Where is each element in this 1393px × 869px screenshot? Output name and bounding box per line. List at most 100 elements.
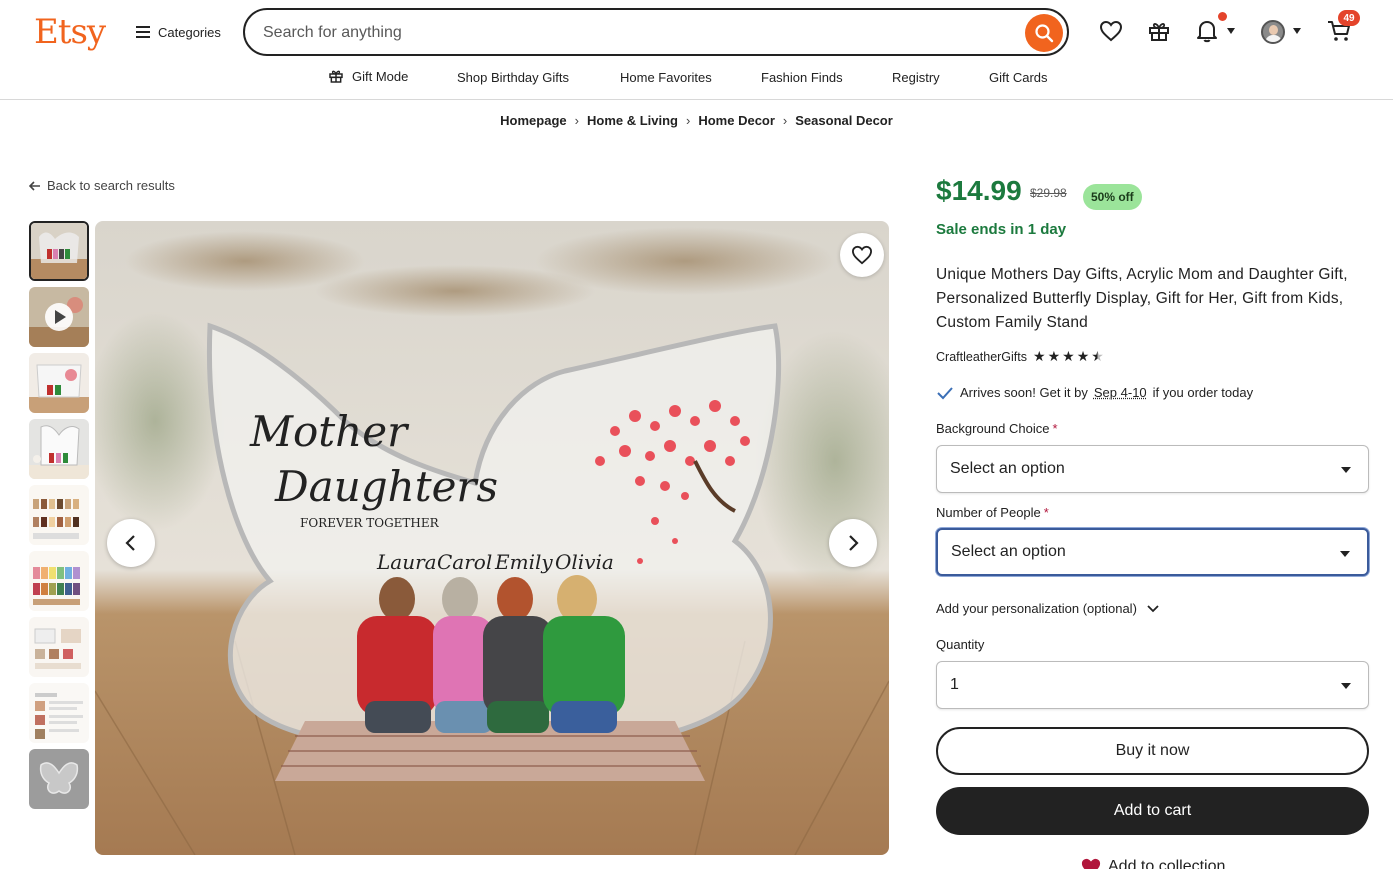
image-title-line2: Daughters — [274, 462, 498, 511]
breadcrumb-seasonal-decor[interactable]: Seasonal Decor — [795, 113, 893, 128]
rating-stars: ★ ★ ★ ★ ★ — [1033, 348, 1104, 365]
etsy-logo[interactable]: Etsy — [34, 12, 105, 52]
notifications-button[interactable] — [1194, 18, 1220, 44]
search-icon — [1034, 23, 1054, 43]
caret-down-icon — [1341, 683, 1351, 689]
nav-home-favorites[interactable]: Home Favorites — [620, 70, 712, 85]
delivery-estimate: Arrives soon! Get it by Sep 4-10 if you … — [936, 385, 1253, 400]
sale-ends-text: Sale ends in 1 day — [936, 221, 1066, 238]
number-of-people-label: Number of People * — [936, 505, 1049, 520]
quantity-select[interactable]: 1 — [936, 661, 1369, 709]
nav-gift-mode[interactable]: Gift Mode — [328, 68, 408, 84]
personalization-toggle[interactable]: Add your personalization (optional) — [936, 601, 1159, 616]
nav-registry[interactable]: Registry — [892, 70, 940, 85]
bell-icon — [1196, 19, 1218, 43]
star-icon: ★ — [1062, 348, 1075, 365]
product-photo: Mother Daughters FOREVER TOGETHER Laura … — [95, 221, 889, 855]
back-to-results-link[interactable]: Back to search results — [29, 178, 175, 193]
chevron-left-icon — [124, 534, 138, 552]
thumbnail-image — [29, 485, 89, 545]
add-to-collection-label: Add to collection — [1108, 858, 1225, 869]
nav-fashion-finds[interactable]: Fashion Finds — [761, 70, 843, 85]
heart-filled-icon — [1080, 857, 1102, 869]
arrives-date[interactable]: Sep 4-10 — [1094, 385, 1147, 400]
thumbnail-image — [29, 683, 89, 743]
chevron-right-icon: › — [686, 113, 690, 128]
chevron-down-icon[interactable] — [1227, 28, 1235, 34]
personalization-label: Add your personalization (optional) — [936, 601, 1137, 616]
back-label: Back to search results — [47, 178, 175, 193]
heart-icon — [1099, 20, 1123, 42]
thumbnail-6[interactable] — [29, 551, 89, 611]
quantity-value: 1 — [950, 676, 959, 694]
thumbnail-1[interactable] — [29, 221, 89, 281]
caret-down-icon — [1341, 467, 1351, 473]
breadcrumb-home-living[interactable]: Home & Living — [587, 113, 678, 128]
chevron-down-icon[interactable] — [1293, 28, 1301, 34]
star-icon: ★ — [1077, 348, 1090, 365]
previous-image-button[interactable] — [107, 519, 155, 567]
gift-icon — [328, 68, 344, 84]
checkmark-icon — [936, 386, 954, 400]
favorite-item-button[interactable] — [840, 233, 884, 277]
chevron-right-icon: › — [575, 113, 579, 128]
image-name-1: Laura — [376, 550, 437, 574]
buy-it-now-button[interactable]: Buy it now — [936, 727, 1369, 775]
arrives-prefix: Arrives soon! Get it by — [960, 385, 1088, 400]
image-name-4: Olivia — [555, 550, 614, 574]
nav-item-label: Gift Mode — [352, 69, 408, 84]
chevron-right-icon: › — [783, 113, 787, 128]
heart-icon — [851, 245, 873, 265]
sale-price: $14.99 — [936, 175, 1022, 207]
thumbnail-image — [29, 419, 89, 479]
search-button[interactable] — [1025, 14, 1063, 52]
discount-badge: 50% off — [1083, 184, 1142, 210]
number-of-people-select[interactable]: Select an option — [936, 528, 1369, 576]
thumbnail-video[interactable] — [29, 287, 89, 347]
nav-gift-cards[interactable]: Gift Cards — [989, 70, 1048, 85]
shop-name-link[interactable]: CraftleatherGifts — [936, 350, 1027, 364]
thumbnail-4[interactable] — [29, 419, 89, 479]
thumbnail-5[interactable] — [29, 485, 89, 545]
star-half-icon: ★ — [1091, 348, 1104, 365]
arrives-suffix: if you order today — [1153, 385, 1253, 400]
site-header: Etsy Categories 49 Gift Mode Shop Birthd… — [0, 0, 1393, 100]
quantity-label: Quantity — [936, 637, 984, 652]
image-title-line1: Mother — [249, 407, 410, 456]
shop-info: CraftleatherGifts ★ ★ ★ ★ ★ — [936, 348, 1104, 365]
caret-down-icon — [1340, 551, 1350, 557]
star-icon: ★ — [1048, 348, 1061, 365]
thumbnail-image — [29, 353, 89, 413]
add-to-cart-button[interactable]: Add to cart — [936, 787, 1369, 835]
search-input[interactable] — [263, 21, 1023, 45]
thumbnail-image — [29, 617, 89, 677]
menu-icon — [136, 26, 150, 38]
original-price: $29.98 — [1030, 186, 1067, 200]
star-icon: ★ — [1033, 348, 1046, 365]
arrow-left-icon — [29, 181, 41, 191]
gift-mode-header-button[interactable] — [1146, 18, 1172, 44]
avatar[interactable] — [1261, 20, 1285, 44]
favorites-button[interactable] — [1098, 18, 1124, 44]
category-nav: Gift Mode Shop Birthday Gifts Home Favor… — [0, 68, 1393, 90]
gift-icon — [1147, 19, 1171, 43]
thumbnail-7[interactable] — [29, 617, 89, 677]
thumbnail-9[interactable] — [29, 749, 89, 809]
breadcrumb-homepage[interactable]: Homepage — [500, 113, 566, 128]
thumbnail-image — [29, 551, 89, 611]
thumbnail-8[interactable] — [29, 683, 89, 743]
product-main-image[interactable]: Mother Daughters FOREVER TOGETHER Laura … — [95, 221, 889, 855]
number-of-people-value: Select an option — [951, 543, 1066, 561]
chevron-down-icon — [1147, 605, 1159, 613]
add-to-collection-button[interactable]: Add to collection — [1080, 857, 1225, 869]
categories-button[interactable]: Categories — [136, 22, 221, 42]
breadcrumb: Homepage › Home & Living › Home Decor › … — [0, 113, 1393, 128]
background-choice-select[interactable]: Select an option — [936, 445, 1369, 493]
product-title: Unique Mothers Day Gifts, Acrylic Mom an… — [936, 263, 1356, 335]
background-choice-label: Background Choice * — [936, 421, 1058, 436]
breadcrumb-home-decor[interactable]: Home Decor — [698, 113, 775, 128]
thumbnail-3[interactable] — [29, 353, 89, 413]
nav-shop-birthday-gifts[interactable]: Shop Birthday Gifts — [457, 70, 569, 85]
background-choice-value: Select an option — [950, 460, 1065, 478]
next-image-button[interactable] — [829, 519, 877, 567]
